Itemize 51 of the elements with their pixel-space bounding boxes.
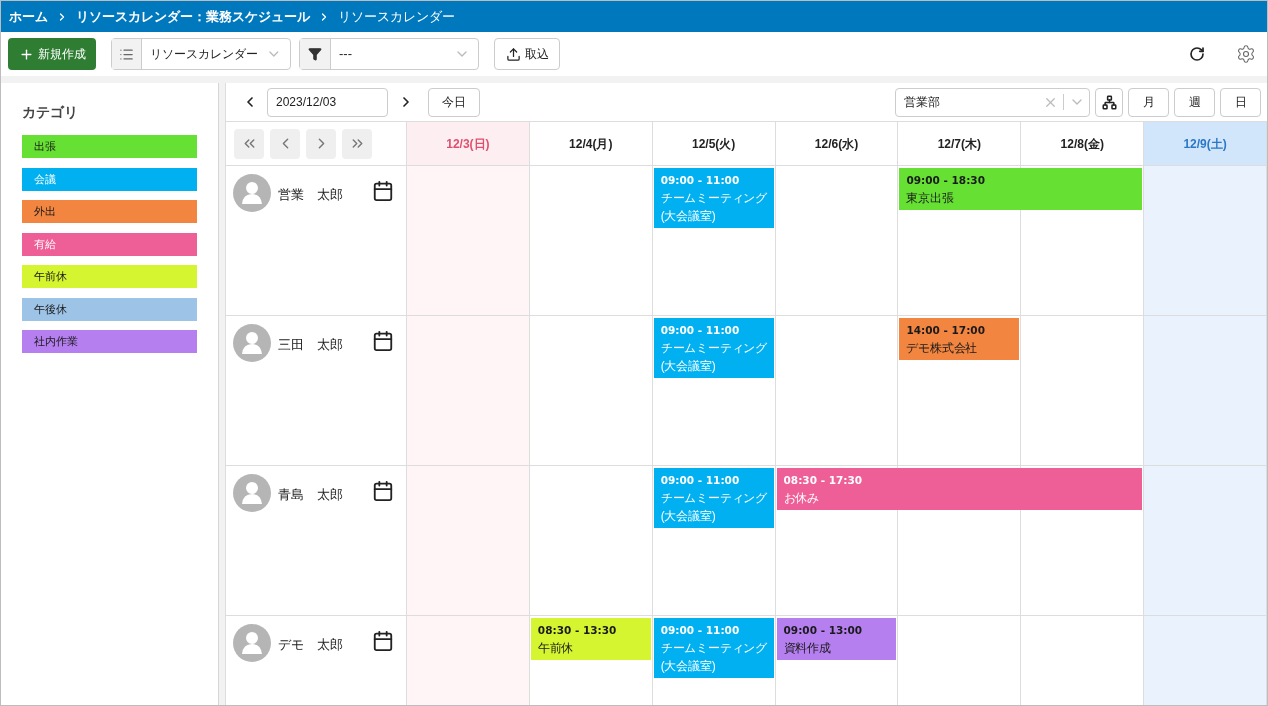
- breadcrumb-link[interactable]: ホーム: [9, 6, 48, 27]
- date-field[interactable]: 2023/12/03: [267, 87, 388, 117]
- plus-icon: [18, 46, 34, 62]
- day-header: 12/8(金): [1021, 122, 1145, 166]
- filter-icon: [308, 47, 322, 61]
- calendar-icon[interactable]: [372, 630, 394, 652]
- avatar-icon: [233, 474, 271, 512]
- navigation-button[interactable]: [234, 128, 264, 159]
- event-block[interactable]: 14:00 - 17:00 デモ株式会社: [899, 318, 1020, 360]
- calendar-icon[interactable]: [372, 330, 394, 352]
- breadcrumb-link[interactable]: リソースカレンダー：業務スケジュール: [76, 6, 310, 27]
- event-block[interactable]: 09:00 - 13:00 資料作成: [776, 618, 897, 660]
- view-button[interactable]: 日: [1220, 87, 1261, 117]
- resource-name: 青島 太郎: [278, 486, 344, 504]
- avatar-icon: [233, 324, 271, 362]
- hierarchy-icon: [1101, 94, 1117, 110]
- event-block[interactable]: 08:30 - 13:30 午前休: [530, 618, 651, 660]
- category-tag[interactable]: 午前休: [22, 265, 197, 288]
- calendar-icon[interactable]: [372, 180, 394, 202]
- new-button[interactable]: 新規作成: [8, 38, 96, 70]
- day-header: 12/7(木): [898, 122, 1022, 166]
- day-header: 12/3(日): [407, 122, 530, 166]
- filter-select[interactable]: ---: [299, 38, 479, 70]
- navigation-button[interactable]: [342, 128, 372, 159]
- day-header: 12/9(土): [1144, 122, 1267, 166]
- upload-icon: [505, 46, 521, 62]
- view-select[interactable]: リソースカレンダー: [111, 38, 291, 70]
- day-header: 12/6(水): [775, 122, 899, 166]
- day-header: 12/5(火): [652, 122, 776, 166]
- event-block[interactable]: 09:00 - 18:30 東京出張: [899, 168, 1143, 210]
- resource-name: 三田 太郎: [278, 336, 344, 354]
- list-icon: [119, 46, 135, 62]
- resource-name: 営業 太郎: [278, 186, 344, 204]
- view-button[interactable]: 月: [1128, 87, 1169, 117]
- category-tag[interactable]: 出張: [22, 135, 197, 158]
- resource-name: デモ 太郎: [278, 636, 344, 654]
- calendar-icon[interactable]: [372, 480, 394, 502]
- today-button[interactable]: 今日: [428, 87, 480, 117]
- category-tag[interactable]: 午後休: [22, 297, 197, 321]
- category-tag[interactable]: 外出: [22, 200, 197, 223]
- category-tag[interactable]: 社内作業: [22, 330, 197, 353]
- import-button[interactable]: 取込: [494, 38, 560, 70]
- day-header: 12/4(月): [529, 122, 653, 166]
- avatar-icon: [233, 174, 271, 212]
- refresh-icon[interactable]: [1189, 46, 1205, 62]
- view-button[interactable]: 週: [1174, 87, 1215, 117]
- settings-icon[interactable]: [1236, 44, 1256, 64]
- breadcrumb-link[interactable]: リソースカレンダー: [338, 6, 455, 27]
- organization-button[interactable]: [1095, 87, 1123, 117]
- sidebar-title: カテゴリ: [22, 103, 79, 122]
- avatar-icon: [233, 624, 271, 662]
